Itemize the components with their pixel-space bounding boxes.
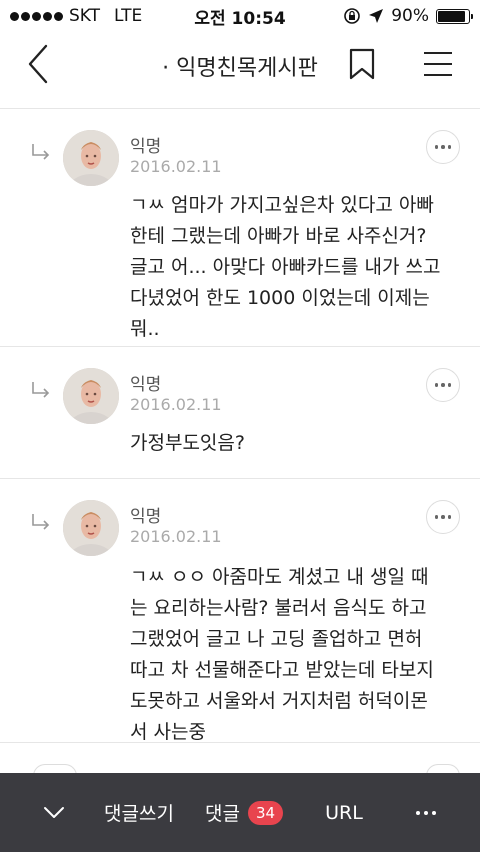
comment-author: 익명 <box>130 507 162 527</box>
more-dot <box>447 383 452 387</box>
chevron-down-icon <box>44 806 64 818</box>
comments-label: 댓글 <box>204 803 240 825</box>
avatar[interactable] <box>63 368 119 424</box>
bookmark-icon <box>349 48 375 80</box>
avatar-image <box>63 500 119 556</box>
rotation-lock-icon <box>344 8 361 24</box>
comment-date: 2016.02.11 <box>130 395 222 414</box>
write-comment-label: 댓글쓰기 <box>104 803 174 825</box>
comment-item: 익명 2016.02.11 ㄱㅆ ㅇㅇ 아줌마도 계셨고 내 생일 때 는 요리… <box>0 480 480 743</box>
back-button[interactable] <box>20 42 56 86</box>
comment-date: 2016.02.11 <box>130 527 222 546</box>
nav-bar: · 익명친목게시판 <box>0 32 480 96</box>
more-options-button[interactable] <box>426 368 460 402</box>
divider <box>0 108 480 109</box>
more-dot <box>447 145 452 149</box>
comment-text: ㄱㅆ 엄마가 가지고싶은차 있다고 아빠 한테 그랬는데 아빠가 바로 사주신거… <box>130 194 441 340</box>
status-bar: SKT LTE 오전 10:54 90% <box>0 0 480 32</box>
more-dot <box>434 145 439 149</box>
comment-author: 익명 <box>130 375 162 395</box>
signal-strength-icon <box>10 11 63 21</box>
comment-text: 가정부도잇음? <box>130 432 245 454</box>
more-dot <box>434 515 439 519</box>
avatar[interactable] <box>63 130 119 186</box>
more-options-button[interactable] <box>426 500 460 534</box>
comment-author: 익명 <box>130 137 162 157</box>
comment-count-badge: 34 <box>247 800 284 825</box>
battery-icon <box>436 8 473 24</box>
comments-button[interactable]: 댓글 34 <box>198 773 290 852</box>
reply-arrow-icon <box>32 144 50 160</box>
board-title: · 익명친목게시판 <box>162 56 318 81</box>
network-label: LTE <box>114 6 143 26</box>
location-arrow-icon <box>369 9 384 23</box>
more-dot <box>447 515 452 519</box>
divider <box>0 742 480 743</box>
status-right: 90% <box>300 6 473 26</box>
comment-item: 익명 2016.02.11 가정부도잇음? <box>0 348 480 478</box>
status-left: SKT LTE <box>10 6 180 26</box>
url-label: URL <box>325 801 363 824</box>
battery-percent: 90% <box>391 6 429 26</box>
bottom-toolbar: 댓글쓰기 댓글 34 URL <box>0 773 480 852</box>
carrier-label: SKT <box>69 6 101 26</box>
comment-date: 2016.02.11 <box>130 157 222 176</box>
more-dot <box>441 145 445 149</box>
divider <box>0 478 480 479</box>
more-options-button[interactable] <box>426 130 460 164</box>
battery-fill <box>438 10 465 22</box>
avatar-image <box>63 368 119 424</box>
hamburger-menu-icon <box>424 52 452 76</box>
more-menu-button[interactable] <box>400 773 452 852</box>
comment-item: 익명 2016.02.11 ㄱㅆ 엄마가 가지고싶은차 있다고 아빠 한테 그랬… <box>0 110 480 346</box>
avatar-image <box>63 130 119 186</box>
more-dot <box>441 383 445 387</box>
status-time: 오전 10:54 <box>194 8 286 29</box>
bookmark-button[interactable] <box>344 44 380 84</box>
url-button[interactable]: URL <box>316 773 372 852</box>
comment-text: ㄱㅆ ㅇㅇ 아줌마도 계셨고 내 생일 때 는 요리하는사람? 불러서 음식도 … <box>130 566 434 743</box>
ellipsis-icon <box>416 810 436 815</box>
more-dot <box>441 515 445 519</box>
menu-button[interactable] <box>418 44 458 84</box>
reply-arrow-icon <box>32 514 50 530</box>
divider <box>0 346 480 347</box>
avatar[interactable] <box>63 500 119 556</box>
collapse-button[interactable] <box>30 773 78 852</box>
write-comment-button[interactable]: 댓글쓰기 <box>96 773 182 852</box>
more-dot <box>434 383 439 387</box>
reply-arrow-icon <box>32 382 50 398</box>
chevron-left-icon <box>28 44 48 84</box>
